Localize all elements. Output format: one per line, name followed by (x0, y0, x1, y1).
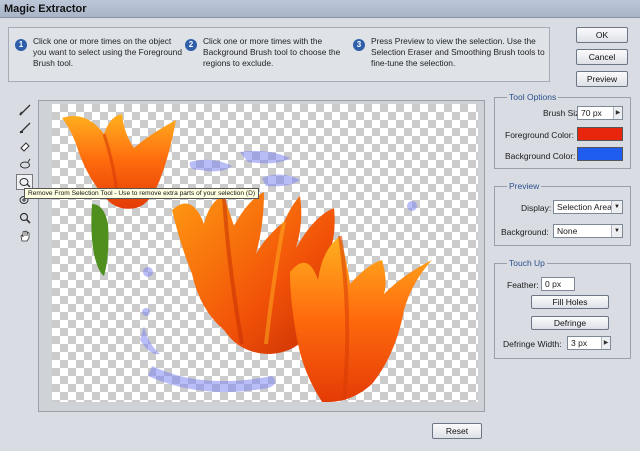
instruction-step-3: 3 Press Preview to view the selection. U… (353, 36, 545, 69)
brush-size-value: 70 px (581, 108, 602, 118)
feather-label: Feather: (507, 280, 539, 290)
display-value: Selection Area (557, 202, 612, 212)
instruction-step-1: 1 Click one or more times on the object … (15, 36, 185, 69)
chevron-down-icon: ▼ (611, 201, 622, 213)
foreground-color-label: Foreground Color: (505, 130, 574, 140)
step-number: 2 (185, 39, 197, 51)
feather-field[interactable]: 0 px (541, 277, 575, 291)
cancel-button[interactable]: Cancel (576, 49, 628, 65)
chevron-right-icon[interactable]: ▶ (601, 337, 610, 349)
reset-button[interactable]: Reset (432, 423, 482, 439)
background-color-label: Background Color: (505, 151, 576, 161)
window-title: Magic Extractor (0, 0, 640, 18)
step-text: Click one or more times on the object yo… (33, 36, 182, 68)
brush-size-field[interactable]: 70 px ▶ (577, 106, 623, 120)
fill-holes-button[interactable]: Fill Holes (531, 295, 609, 309)
selection-eraser-icon[interactable] (16, 138, 33, 154)
foreground-brush-icon[interactable] (16, 102, 33, 118)
foreground-color-swatch[interactable] (577, 127, 623, 141)
preview-title: Preview (507, 181, 542, 191)
ok-button[interactable]: OK (576, 27, 628, 43)
background-color-swatch[interactable] (577, 147, 623, 161)
instruction-step-2: 2 Click one or more times with the Backg… (185, 36, 355, 69)
background-select[interactable]: None ▼ (553, 224, 623, 238)
defringe-button[interactable]: Defringe (531, 316, 609, 330)
instructions-panel: 1 Click one or more times on the object … (8, 27, 550, 82)
step-number: 3 (353, 39, 365, 51)
hand-icon[interactable] (16, 228, 33, 244)
background-value: None (557, 226, 578, 236)
step-number: 1 (15, 39, 27, 51)
leaf (91, 204, 109, 276)
chevron-right-icon[interactable]: ▶ (613, 107, 622, 119)
tool-tooltip: Remove From Selection Tool - Use to remo… (24, 188, 260, 199)
touch-up-group: Touch Up Feather: 0 px Fill Holes Defrin… (494, 258, 631, 359)
touch-up-title: Touch Up (507, 258, 547, 268)
image-canvas[interactable] (52, 104, 478, 402)
display-label: Display: (521, 203, 552, 213)
preview-group: Preview Display: Selection Area ▼ Backgr… (494, 181, 631, 246)
image-preview (62, 114, 432, 402)
step-text: Press Preview to view the selection. Use… (371, 36, 545, 68)
display-select[interactable]: Selection Area ▼ (553, 200, 623, 214)
zoom-icon[interactable] (16, 210, 33, 226)
smoothing-brush-icon[interactable] (16, 156, 33, 172)
preview-button[interactable]: Preview (576, 71, 628, 87)
background-brush-icon[interactable] (16, 120, 33, 136)
defringe-width-field[interactable]: 3 px ▶ (567, 336, 611, 350)
background-label: Background: (501, 227, 549, 237)
chevron-down-icon: ▼ (611, 225, 622, 237)
step-text: Click one or more times with the Backgro… (203, 36, 341, 68)
tool-options-group: Tool Options Brush Size: 70 px ▶ Foregro… (494, 92, 631, 169)
tool-options-title: Tool Options (507, 92, 559, 102)
defringe-width-label: Defringe Width: (503, 339, 562, 349)
toolbar (14, 98, 36, 248)
defringe-width-value: 3 px (571, 338, 588, 348)
